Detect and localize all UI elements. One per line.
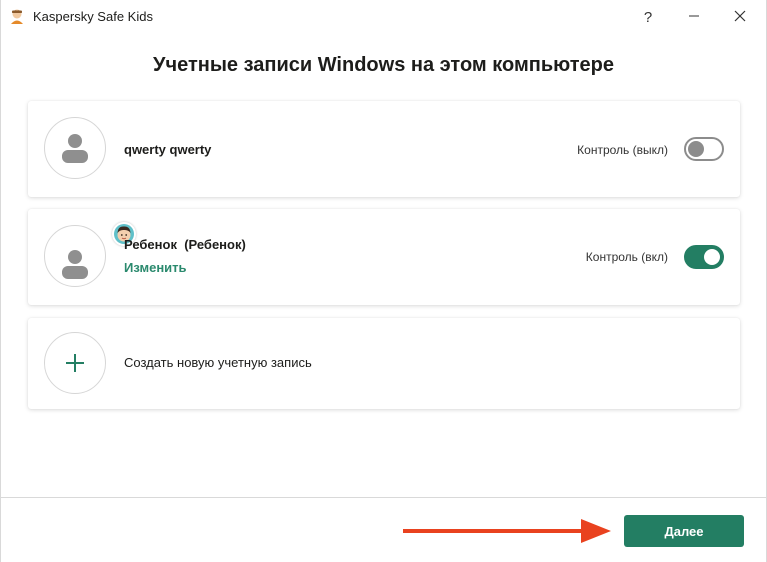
control-status-label: Контроль (вкл) [585,250,668,264]
control-toggle-on[interactable] [684,245,724,269]
kaspersky-safe-kids-logo-icon [9,8,25,24]
app-window: Kaspersky Safe Kids ? Учетные записи Win… [0,0,767,562]
minimize-button[interactable] [671,0,717,34]
create-account-card[interactable]: Создать новую учетную запись [28,318,740,409]
toggle-knob [688,141,704,157]
user-avatar-icon [44,225,106,287]
window-title: Kaspersky Safe Kids [33,9,153,24]
create-account-label[interactable]: Создать новую учетную запись [124,355,312,370]
close-button[interactable] [717,0,763,34]
page-title: Учетные записи Windows на этом компьютер… [153,54,614,76]
help-button[interactable]: ? [625,0,671,34]
close-icon [734,9,746,26]
next-button[interactable]: Далее [624,515,744,547]
control-toggle-off[interactable] [684,137,724,161]
arrow-right-icon [403,518,615,549]
account-card-qwerty: qwerty qwerty Контроль (выкл) [28,101,740,197]
title-bar: Kaspersky Safe Kids ? [1,0,766,34]
control-status-label: Контроль (выкл) [577,143,668,157]
user-avatar-icon [44,117,106,179]
plus-icon[interactable] [44,332,106,394]
account-card-child: Ребенок (Ребенок) Изменить Контроль (вкл… [28,209,740,305]
toggle-knob [704,249,720,265]
account-name: qwerty qwerty [124,142,212,157]
minimize-icon [688,9,700,26]
edit-link[interactable]: Изменить [124,260,187,275]
help-icon: ? [643,8,653,26]
footer-divider [1,497,766,498]
account-name: Ребенок (Ребенок) [124,237,246,252]
